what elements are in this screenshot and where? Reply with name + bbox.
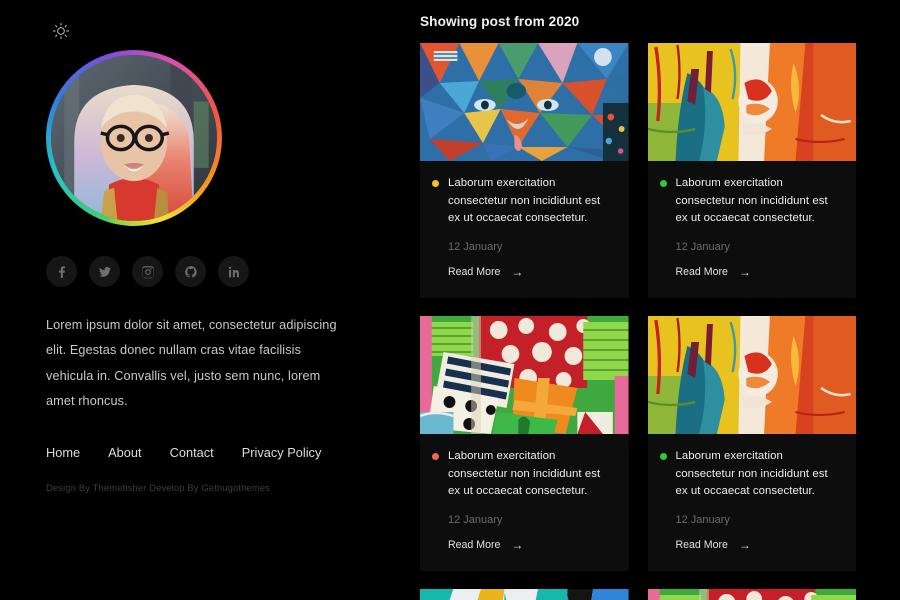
- page-title: Showing post from 2020: [420, 14, 580, 29]
- post-grid: Laborum exercitation consectetur non inc…: [420, 43, 856, 600]
- sidebar: Lorem ipsum dolor sit amet, consectetur …: [0, 0, 420, 600]
- post-status-dot: [432, 180, 439, 187]
- post-card-body: Laborum exercitation consectetur non inc…: [420, 161, 629, 298]
- post-card-body: Laborum exercitation consectetur non inc…: [648, 161, 857, 298]
- post-title[interactable]: Laborum exercitation consectetur non inc…: [676, 448, 843, 501]
- arrow-right-icon: →: [738, 265, 751, 280]
- arrow-right-icon: →: [511, 265, 524, 280]
- post-title[interactable]: Laborum exercitation consectetur non inc…: [448, 175, 615, 228]
- post-title-row: Laborum exercitation consectetur non inc…: [659, 448, 843, 501]
- post-card: Laborum exercitation consectetur non inc…: [647, 589, 856, 600]
- post-card-body: Laborum exercitation consectetur non inc…: [420, 434, 629, 571]
- post-thumbnail-angular-abstract-shapes[interactable]: [420, 589, 629, 600]
- instagram-icon: [141, 265, 154, 278]
- post-card: Laborum exercitation consectetur non inc…: [420, 316, 629, 572]
- footer-nav: Home About Contact Privacy Policy: [46, 445, 374, 460]
- post-thumbnail-geometric-animal-mural[interactable]: [420, 43, 629, 161]
- social-link-linkedin[interactable]: [218, 256, 249, 287]
- post-date: 12 January: [675, 514, 730, 527]
- post-title[interactable]: Laborum exercitation consectetur non inc…: [448, 448, 615, 501]
- read-more-link[interactable]: Read More →: [676, 265, 751, 279]
- post-title[interactable]: Laborum exercitation consectetur non inc…: [676, 175, 843, 228]
- post-title-row: Laborum exercitation consectetur non inc…: [659, 175, 843, 228]
- bio-text: Lorem ipsum dolor sit amet, consectetur …: [46, 318, 337, 409]
- pop-art-polka-mural-image: [647, 589, 856, 600]
- geometric-animal-mural-image: [420, 43, 629, 161]
- post-card: Laborum exercitation consectetur non inc…: [647, 316, 857, 572]
- read-more-link[interactable]: Read More →: [448, 265, 523, 279]
- post-date: 12 January: [675, 241, 730, 254]
- angular-abstract-shapes-image: [420, 589, 629, 600]
- social-link-instagram[interactable]: [132, 256, 163, 287]
- linkedin-icon: [228, 266, 239, 277]
- read-more-label: Read More: [448, 539, 501, 552]
- social-links: [46, 256, 374, 287]
- github-icon: [184, 265, 197, 278]
- post-card-body: Laborum exercitation consectetur non inc…: [648, 434, 857, 571]
- social-link-twitter[interactable]: [89, 256, 120, 287]
- main-content: Showing post from 2020 Laborum exercitat…: [420, 0, 900, 600]
- twitter-icon: [98, 266, 111, 277]
- post-card: Laborum exercitation consectetur non inc…: [420, 589, 629, 600]
- social-link-facebook[interactable]: [46, 256, 77, 287]
- post-status-dot: [659, 180, 667, 187]
- post-date: 12 January: [448, 514, 503, 527]
- nav-link-contact[interactable]: Contact: [170, 445, 214, 460]
- post-title-row: Laborum exercitation consectetur non inc…: [432, 175, 615, 228]
- nav-link-home[interactable]: Home: [46, 445, 80, 460]
- theme-toggle-button[interactable]: [48, 18, 74, 44]
- read-more-link[interactable]: Read More →: [448, 538, 523, 552]
- pop-art-polka-mural-image: [420, 316, 629, 435]
- credit-text: Design By Themefisher Develop By Gethugo…: [46, 481, 271, 493]
- abstract-expressionist-painting-image: [647, 316, 856, 435]
- post-title-row: Laborum exercitation consectetur non inc…: [432, 448, 615, 501]
- abstract-expressionist-painting-image: [647, 43, 856, 161]
- facebook-icon: [58, 265, 65, 278]
- arrow-right-icon: →: [511, 538, 524, 553]
- read-more-label: Read More: [675, 266, 728, 279]
- read-more-label: Read More: [675, 539, 728, 552]
- post-thumbnail-pop-art-polka-mural[interactable]: [420, 316, 629, 435]
- read-more-label: Read More: [448, 266, 501, 279]
- social-link-github[interactable]: [175, 256, 206, 287]
- post-thumbnail-abstract-expressionist-painting[interactable]: [647, 43, 856, 161]
- sun-icon: [52, 22, 70, 40]
- avatar: [51, 55, 217, 221]
- post-card: Laborum exercitation consectetur non inc…: [647, 43, 857, 299]
- arrow-right-icon: →: [738, 538, 751, 553]
- nav-link-privacy-policy[interactable]: Privacy Policy: [242, 445, 322, 460]
- post-thumbnail-pop-art-polka-mural[interactable]: [647, 589, 856, 600]
- post-date: 12 January: [448, 241, 503, 254]
- avatar-gradient-ring: [46, 50, 222, 226]
- post-status-dot: [659, 453, 667, 461]
- read-more-link[interactable]: Read More →: [676, 538, 751, 552]
- post-card: Laborum exercitation consectetur non inc…: [420, 43, 629, 299]
- post-thumbnail-abstract-expressionist-painting[interactable]: [647, 316, 856, 435]
- avatar-image: [51, 55, 217, 221]
- post-status-dot: [432, 453, 439, 461]
- nav-link-about[interactable]: About: [108, 445, 141, 460]
